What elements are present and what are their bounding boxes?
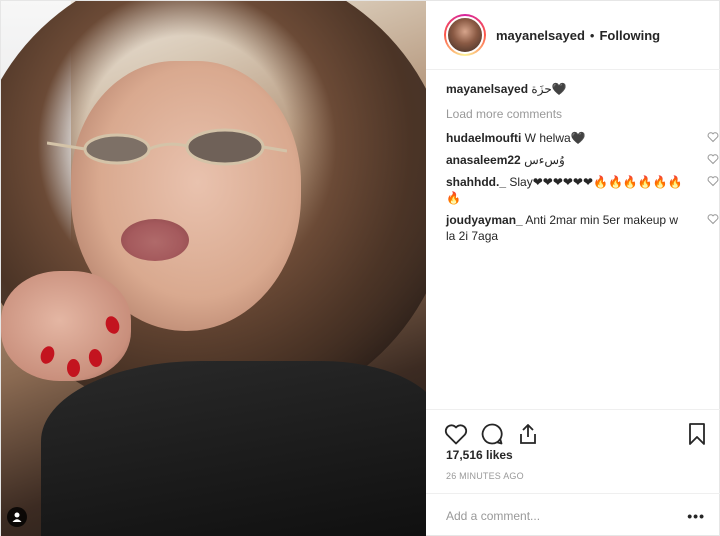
small-heart-icon[interactable]: [707, 213, 719, 225]
small-heart-icon[interactable]: [707, 153, 719, 165]
instagram-post: mayanelsayed • Following mayanelsayed حز…: [0, 0, 720, 536]
avatar: [446, 16, 484, 54]
small-heart-icon[interactable]: [707, 175, 719, 187]
post-header: mayanelsayed • Following: [426, 1, 720, 70]
heart-icon: [444, 423, 468, 444]
small-heart-icon[interactable]: [707, 131, 719, 143]
comment-item: hudaelmoufti W helwa🖤: [446, 130, 719, 146]
post-sidebar: mayanelsayed • Following mayanelsayed حز…: [426, 1, 720, 536]
more-options-button[interactable]: •••: [687, 508, 705, 524]
sunglasses: [47, 128, 287, 166]
post-photo[interactable]: [1, 1, 426, 536]
bookmark-icon: [689, 422, 705, 445]
person-tag-icon[interactable]: [7, 507, 27, 527]
comment-item: shahhdd._ Slay❤❤❤❤❤❤🔥🔥🔥🔥🔥🔥🔥: [446, 174, 719, 206]
likes-count[interactable]: 17,516 likes: [446, 448, 513, 462]
comment-username[interactable]: shahhdd._: [446, 175, 506, 189]
separator-dot: •: [589, 27, 595, 43]
comment-username[interactable]: joudyayman_: [446, 213, 523, 227]
share-icon: [520, 423, 536, 444]
nail: [67, 359, 80, 377]
share-button[interactable]: [516, 422, 540, 446]
avatar-story-ring[interactable]: [444, 14, 486, 56]
save-button[interactable]: [685, 422, 709, 446]
comment-username[interactable]: hudaelmoufti: [446, 131, 521, 145]
post-timestamp[interactable]: 26 MINUTES AGO: [446, 471, 524, 481]
comment-text: W helwa🖤: [524, 131, 586, 145]
comments-section: mayanelsayed حزَة🖤 Load more comments hu…: [446, 81, 719, 250]
caption-username[interactable]: mayanelsayed: [446, 82, 528, 96]
comment-item: anasaleem22 وُسءس: [446, 152, 719, 168]
comment-item: joudyayman_ Anti 2mar min 5er makeup w l…: [446, 212, 719, 244]
caption: mayanelsayed حزَة🖤: [446, 81, 711, 97]
comment-button[interactable]: [480, 422, 504, 446]
caption-text: حزَة🖤: [531, 82, 567, 96]
load-more-comments-link[interactable]: Load more comments: [446, 107, 711, 121]
add-comment-input[interactable]: [446, 508, 676, 523]
comment-username[interactable]: anasaleem22: [446, 153, 521, 167]
like-button[interactable]: [444, 422, 468, 446]
author-username[interactable]: mayanelsayed: [496, 28, 585, 43]
comment-text: وُسءس: [524, 153, 565, 167]
post-actions: [426, 409, 720, 449]
add-comment-bar: •••: [426, 493, 720, 536]
comment-icon: [481, 423, 503, 444]
following-button[interactable]: Following: [599, 28, 660, 43]
leather-jacket: [41, 361, 426, 536]
lips: [121, 219, 189, 261]
